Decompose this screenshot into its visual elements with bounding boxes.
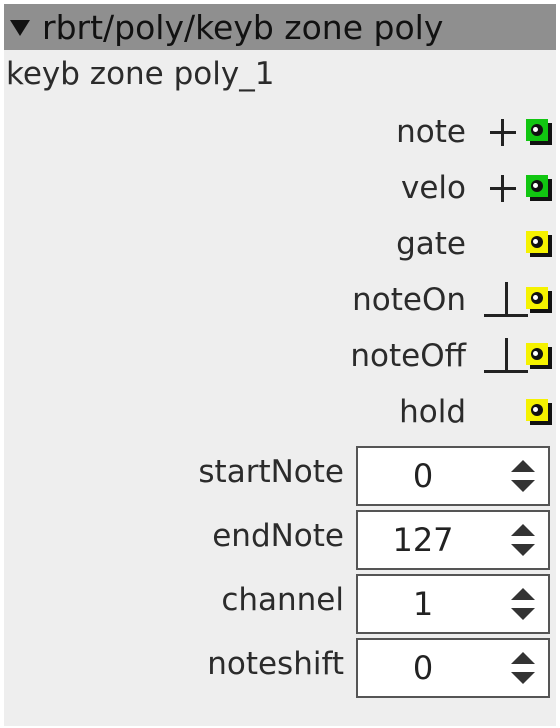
outlet-jack-hold[interactable] [526, 399, 552, 425]
arrow-down-icon[interactable] [511, 608, 535, 620]
param-row-startnote: startNote 0 [4, 446, 556, 510]
outlet-row-noteoff: noteOff [350, 334, 552, 378]
outlet-jack-note[interactable] [526, 119, 552, 145]
arrow-down-icon[interactable] [511, 544, 535, 556]
object-titlebar[interactable]: rbrt/poly/keyb zone poly [4, 4, 556, 50]
outlet-row-noteon: noteOn [352, 278, 552, 322]
endnote-spinbox[interactable]: 127 [356, 510, 550, 570]
spinbox-value[interactable]: 0 [358, 640, 488, 696]
spinbox-arrows[interactable] [508, 576, 538, 632]
trigger-icon [484, 280, 528, 320]
arrow-down-icon[interactable] [511, 480, 535, 492]
outlet-row-velo: velo [401, 166, 552, 210]
param-label: noteshift [207, 646, 344, 682]
spinbox-arrows[interactable] [508, 448, 538, 504]
outlet-label: noteOn [352, 282, 466, 318]
outlet-label: gate [396, 226, 466, 262]
outlet-label: velo [401, 170, 466, 206]
outlet-row-note: note [396, 110, 552, 154]
spinbox-value[interactable]: 1 [358, 576, 488, 632]
param-row-channel: channel 1 [4, 574, 556, 638]
noteshift-spinbox[interactable]: 0 [356, 638, 550, 698]
blank-icon [488, 224, 518, 264]
param-label: startNote [198, 454, 344, 490]
outlet-jack-gate[interactable] [526, 231, 552, 257]
trigger-icon [484, 336, 528, 376]
spinbox-arrows[interactable] [508, 512, 538, 568]
plus-icon [488, 168, 518, 208]
triangle-down-icon[interactable] [10, 20, 30, 36]
spinbox-value[interactable]: 127 [358, 512, 488, 568]
outlet-row-hold: hold [399, 390, 552, 434]
startnote-spinbox[interactable]: 0 [356, 446, 550, 506]
blank-icon [488, 392, 518, 432]
arrow-up-icon[interactable] [511, 588, 535, 600]
outlet-label: hold [399, 394, 466, 430]
param-row-endnote: endNote 127 [4, 510, 556, 574]
param-label: channel [221, 582, 344, 618]
outlet-jack-noteon[interactable] [526, 287, 552, 313]
outlet-label: note [396, 114, 466, 150]
param-row-noteshift: noteshift 0 [4, 638, 556, 702]
spinbox-value[interactable]: 0 [358, 448, 488, 504]
arrow-up-icon[interactable] [511, 652, 535, 664]
instance-name[interactable]: keyb zone poly_1 [6, 56, 274, 92]
object-type-title: rbrt/poly/keyb zone poly [42, 7, 444, 47]
arrow-down-icon[interactable] [511, 672, 535, 684]
outlet-jack-noteoff[interactable] [526, 343, 552, 369]
spinbox-arrows[interactable] [508, 640, 538, 696]
arrow-up-icon[interactable] [511, 524, 535, 536]
channel-spinbox[interactable]: 1 [356, 574, 550, 634]
object-panel: rbrt/poly/keyb zone poly keyb zone poly_… [4, 4, 556, 726]
plus-icon [488, 112, 518, 152]
param-label: endNote [212, 518, 344, 554]
outlet-row-gate: gate [396, 222, 552, 266]
arrow-up-icon[interactable] [511, 460, 535, 472]
outlet-jack-velo[interactable] [526, 175, 552, 201]
outlet-label: noteOff [350, 338, 466, 374]
